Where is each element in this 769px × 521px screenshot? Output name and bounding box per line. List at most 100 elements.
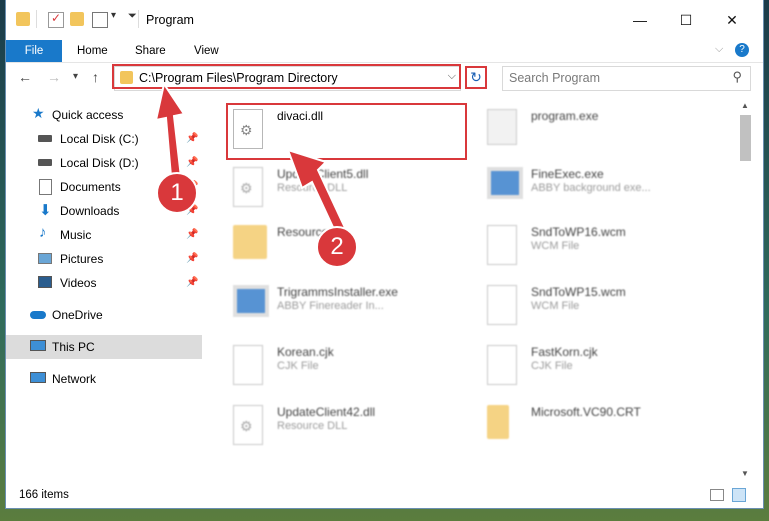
- file-name: Korean.cjk: [277, 345, 334, 359]
- expand-ribbon-icon[interactable]: ⌵: [715, 43, 723, 56]
- file-name: Microsoft.VC90.CRT: [531, 405, 641, 419]
- star-icon: ★: [32, 105, 45, 121]
- sidebar-item-this-pc[interactable]: This PC: [6, 335, 202, 359]
- pictures-icon: [38, 253, 52, 264]
- scroll-down-icon[interactable]: ▼: [741, 469, 749, 478]
- document-icon: [487, 225, 517, 265]
- sidebar-item-onedrive[interactable]: OneDrive: [6, 303, 202, 327]
- document-icon: [487, 345, 517, 385]
- exe-icon: [487, 109, 517, 145]
- item-count: 166 items: [19, 489, 69, 501]
- recent-locations-icon[interactable]: ▾: [73, 71, 78, 82]
- sidebar-item-videos[interactable]: Videos 📌: [6, 271, 202, 295]
- file-type: CJK File: [531, 360, 573, 372]
- app-window-icon: [233, 285, 269, 317]
- callout-badge-2: 2: [316, 226, 358, 268]
- folder-icon[interactable]: [16, 12, 30, 26]
- folder-icon: [487, 405, 509, 439]
- pin-down-icon[interactable]: ⏷: [128, 10, 137, 23]
- file-item-fastkorn[interactable]: FastKorn.cjk CJK File: [483, 339, 723, 395]
- chevron-down-icon[interactable]: ▾: [111, 10, 116, 21]
- sidebar-item-music[interactable]: ♪ Music 📌: [6, 223, 202, 247]
- minimize-button[interactable]: —: [617, 0, 663, 40]
- file-item-fineexec[interactable]: FineExec.exe ABBY background exe...: [483, 161, 723, 217]
- tab-view[interactable]: View: [194, 40, 219, 62]
- file-name: program.exe: [531, 109, 599, 123]
- search-input[interactable]: Search Program: [509, 71, 600, 85]
- file-item-microsoft-vc90-crt[interactable]: Microsoft.VC90.CRT: [483, 399, 723, 455]
- customize-icon[interactable]: [92, 12, 108, 28]
- sidebar-item-network[interactable]: Network: [6, 367, 202, 391]
- navigation-bar: ← → ▾ ↑ C:\Program Files\Program Directo…: [6, 63, 763, 93]
- ribbon-tabs: File Home Share View ⌵ ?: [6, 40, 763, 63]
- scrollbar-thumb[interactable]: [740, 115, 751, 161]
- pin-icon[interactable]: 📌: [186, 229, 198, 240]
- sidebar-item-label: Local Disk (C:): [60, 132, 139, 146]
- vertical-scrollbar[interactable]: ▲ ▼: [737, 97, 754, 483]
- sidebar-item-label: This PC: [52, 340, 95, 354]
- sidebar-item-label: Local Disk (D:): [60, 156, 139, 170]
- file-type: Resource DLL: [277, 420, 348, 432]
- file-type: CJK File: [277, 360, 319, 372]
- file-item-program-exe[interactable]: program.exe: [483, 103, 723, 159]
- file-name: SndToWP15.wcm: [531, 285, 626, 299]
- file-item-korean[interactable]: Korean.cjk CJK File: [229, 339, 469, 395]
- app-window-icon: [487, 167, 523, 199]
- sidebar-item-label: OneDrive: [52, 308, 103, 322]
- file-type: WCM File: [531, 300, 580, 312]
- music-icon: ♪: [39, 224, 47, 241]
- file-type: WCM File: [531, 240, 580, 252]
- sidebar-item-label: Network: [52, 372, 97, 386]
- callout-badge-1: 1: [156, 172, 198, 214]
- close-button[interactable]: ✕: [709, 0, 755, 40]
- document-icon: [487, 285, 517, 325]
- file-name: UpdateClient42.dll: [277, 405, 376, 419]
- window-title: Program: [146, 13, 194, 27]
- sidebar-item-label: Quick access: [52, 108, 124, 122]
- file-type: ABBY Finereader In...: [277, 300, 384, 312]
- scroll-up-icon[interactable]: ▲: [741, 101, 749, 110]
- download-icon: ⬇: [39, 202, 52, 219]
- file-item-sndtowp16[interactable]: SndToWP16.wcm WCM File: [483, 219, 723, 275]
- tab-file[interactable]: File: [6, 40, 62, 62]
- large-icons-view-icon[interactable]: [732, 488, 746, 502]
- sidebar-item-label: Videos: [60, 276, 97, 290]
- file-type: ABBY background exe...: [531, 182, 651, 194]
- properties-icon[interactable]: ✓: [48, 11, 64, 28]
- pin-icon[interactable]: 📌: [186, 253, 198, 264]
- tab-home[interactable]: Home: [77, 40, 108, 62]
- title-bar: ✓ ▾ ⏷ Program — ☐ ✕: [6, 0, 763, 40]
- pin-icon[interactable]: 📌: [186, 277, 198, 288]
- disk-icon: [38, 159, 52, 166]
- back-button[interactable]: ←: [18, 69, 32, 85]
- forward-button[interactable]: →: [47, 69, 61, 85]
- status-bar: 166 items: [6, 483, 763, 508]
- divider: [138, 10, 139, 28]
- documents-icon: [39, 179, 52, 195]
- refresh-button[interactable]: ↻: [465, 66, 487, 89]
- maximize-button[interactable]: ☐: [663, 0, 709, 40]
- file-name: TrigrammsInstaller.exe: [277, 285, 398, 299]
- file-name: FastKorn.cjk: [531, 345, 598, 359]
- sidebar-item-pictures[interactable]: Pictures 📌: [6, 247, 202, 271]
- up-button[interactable]: ↑: [92, 69, 99, 85]
- document-icon: [233, 345, 263, 385]
- file-item-sndtowp15[interactable]: SndToWP15.wcm WCM File: [483, 279, 723, 335]
- help-icon[interactable]: ?: [735, 43, 749, 57]
- file-item-updateclient42[interactable]: ⚙ UpdateClient42.dll Resource DLL: [229, 399, 469, 455]
- computer-icon: [30, 340, 46, 351]
- sidebar-item-label: Pictures: [60, 252, 104, 266]
- details-view-icon[interactable]: [710, 489, 724, 501]
- search-box[interactable]: Search Program ⚲: [502, 66, 751, 91]
- network-icon: [30, 372, 46, 383]
- tab-share[interactable]: Share: [135, 40, 166, 62]
- new-folder-icon[interactable]: [70, 12, 84, 26]
- file-name: FineExec.exe: [531, 167, 604, 181]
- file-name: SndToWP16.wcm: [531, 225, 626, 239]
- dll-gear-icon: ⚙: [233, 167, 263, 207]
- file-item-trigrammsinstaller[interactable]: TrigrammsInstaller.exe ABBY Finereader I…: [229, 279, 469, 335]
- sidebar-item-label: Documents: [60, 180, 121, 194]
- sidebar-item-label: Downloads: [60, 204, 120, 218]
- sidebar-item-label: Music: [60, 228, 92, 242]
- search-icon[interactable]: ⚲: [732, 69, 742, 85]
